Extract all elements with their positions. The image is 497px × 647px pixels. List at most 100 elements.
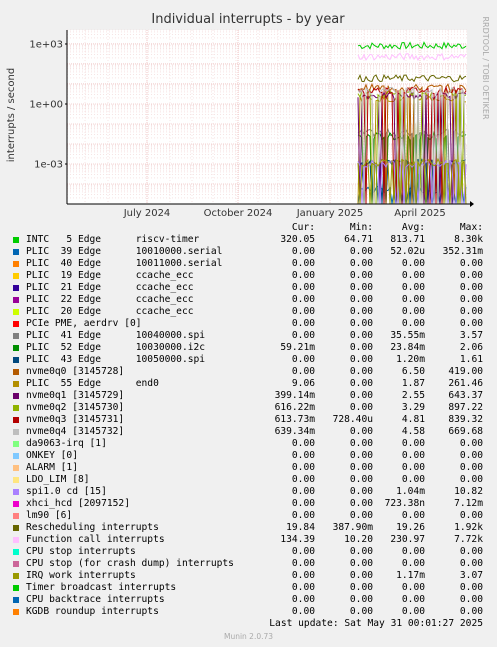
legend-swatch [13,261,19,267]
legend-swatch [13,597,19,603]
legend-max: 0.00 [459,258,483,269]
legend-label: PLIC 52 Edge 10030000.i2c [26,342,206,353]
legend-row: CPU stop (for crash dump) interrupts 0.00… [13,558,487,570]
legend-max: 0.00 [459,462,483,473]
legend-max: 0.00 [459,510,483,521]
legend-row: nvme0q2 [3145730] 616.22m 0.00 3.29 897.22 [13,402,487,414]
y-ticks: 1e-03 1e+00 1e+03 [29,39,67,170]
legend-max: 261.46 [448,378,483,389]
legend-max: 8.30k [454,234,483,245]
legend-row: PLIC 19 Edge ccache_ecc 0.00 0.00 0.00 0.00 [13,270,487,282]
legend-row: PLIC 21 Edge ccache_ecc 0.00 0.00 0.00 0.00 [13,282,487,294]
legend-row: PLIC 40 Edge 10011000.serial 0.00 0.00 0.00… [13,258,487,270]
legend-label: PLIC 21 Edge ccache_ecc [26,282,194,293]
legend-max: 352.31m [442,246,483,257]
legend-label: PLIC 43 Edge 10050000.spi [26,354,206,365]
legend-label: nvme0q3 [3145731] [26,414,125,425]
legend-max: 0.00 [459,558,483,569]
legend-row: PLIC 43 Edge 10050000.spi 0.00 0.00 1.20m 1.… [13,354,487,366]
legend-label: IRQ work interrupts [26,570,136,581]
legend-label: Function call interrupts [26,534,165,545]
legend-row: PCIe PME, aerdrv [0] 0.00 0.00 0.00 0.00 [13,318,487,330]
legend-swatch [13,489,19,495]
y-tick-label: 1e+03 [29,39,63,50]
legend-label: PCIe PME, aerdrv [0] [26,318,142,329]
legend-max: 7.72k [454,534,483,545]
legend: INTC 5 Edge riscv-timer 320.05 64.71 813.71… [13,222,487,618]
legend-label: Rescheduling interrupts [26,522,159,533]
legend-row: Timer broadcast interrupts 0.00 0.00 0.00 0.… [13,582,487,594]
legend-swatch [13,369,19,375]
legend-label: PLIC 22 Edge ccache_ecc [26,294,194,305]
x-tick-label: October 2024 [204,208,273,219]
legend-swatch [13,585,19,591]
legend-label: PLIC 55 Edge end0 [26,378,159,389]
legend-row: nvme0q3 [3145731] 613.73m 728.40u 4.81 839.3… [13,414,487,426]
legend-swatch [13,297,19,303]
legend-row: lm90 [6] 0.00 0.00 0.00 0.00 [13,510,487,522]
legend-max: 419.00 [448,366,483,377]
legend-label: PLIC 19 Edge ccache_ecc [26,270,194,281]
legend-row: PLIC 41 Edge 10040000.spi 0.00 0.00 35.55m 3… [13,330,487,342]
legend-label: PLIC 20 Edge ccache_ecc [26,306,194,317]
legend-label: INTC 5 Edge riscv-timer [26,234,200,245]
legend-label: CPU stop interrupts [26,546,136,557]
legend-row: CPU stop interrupts 0.00 0.00 0.00 0.00 [13,546,487,558]
legend-max: 0.00 [459,606,483,617]
legend-max: 897.22 [448,402,483,413]
legend-swatch [13,417,19,423]
legend-max: 0.00 [459,594,483,605]
legend-row: ONKEY [0] 0.00 0.00 0.00 0.00 [13,450,487,462]
legend-swatch [13,477,19,483]
chart-title: Individual interrupts - by year [151,12,345,27]
legend-swatch [13,393,19,399]
legend-row: KGDB roundup interrupts 0.00 0.00 0.00 0.00 [13,606,487,618]
legend-swatch [13,321,19,327]
legend-row: Rescheduling interrupts 19.84 387.90m 19.26… [13,522,487,534]
legend-max: 0.00 [459,270,483,281]
legend-max: 0.00 [459,282,483,293]
legend-swatch [13,453,19,459]
legend-max: 0.00 [459,582,483,593]
legend-label: xhci_hcd [2097152] [26,498,130,509]
legend-swatch [13,309,19,315]
legend-row: xhci_hcd [2097152] 0.00 0.00 723.38n 7.12m [13,498,487,510]
legend-swatch [13,405,19,411]
legend-swatch [13,249,19,255]
legend-row: nvme0q4 [3145732] 639.34m 0.00 4.58 669.68 [13,426,487,438]
legend-max: 1.61 [459,354,483,365]
legend-row: PLIC 55 Edge end0 9.06 0.00 1.87 261.46 [13,378,487,390]
legend-row: ALARM [1] 0.00 0.00 0.00 0.00 [13,462,487,474]
legend-label: da9063-irq [1] [26,438,107,449]
legend-swatch [13,273,19,279]
legend-row: PLIC 22 Edge ccache_ecc 0.00 0.00 0.00 0.00 [13,294,487,306]
legend-swatch [13,561,19,567]
legend-max: 0.00 [459,450,483,461]
legend-max: 1.92k [454,522,483,533]
legend-max: 10.82 [454,486,483,497]
legend-row: nvme0q1 [3145729] 399.14m 0.00 2.55 643.37 [13,390,487,402]
legend-swatch [13,429,19,435]
legend-label: nvme0q0 [3145728] [26,366,125,377]
legend-label: ONKEY [0] [26,450,78,461]
legend-label: PLIC 40 Edge 10011000.serial [26,258,223,269]
legend-swatch [13,525,19,531]
legend-max: 0.00 [459,294,483,305]
legend-row: da9063-irq [1] 0.00 0.00 0.00 0.00 [13,438,487,450]
legend-swatch [13,345,19,351]
legend-label: ALARM [1] [26,462,78,473]
x-axis-arrow [470,201,474,207]
legend-max: 0.00 [459,438,483,449]
legend-swatch [13,237,19,243]
y-tick-label: 1e+00 [29,99,63,110]
legend-swatch [13,513,19,519]
legend-row: PLIC 20 Edge ccache_ecc 0.00 0.00 0.00 0.00 [13,306,487,318]
legend-row: Function call interrupts 134.39 10.20 230.9… [13,534,487,546]
legend-swatch [13,609,19,615]
legend-max: 0.00 [459,318,483,329]
legend-label: nvme0q4 [3145732] [26,426,125,437]
legend-max: 7.12m [454,498,483,509]
legend-swatch [13,537,19,543]
legend-label: CPU backtrace interrupts [26,594,165,605]
legend-max: 0.00 [459,546,483,557]
